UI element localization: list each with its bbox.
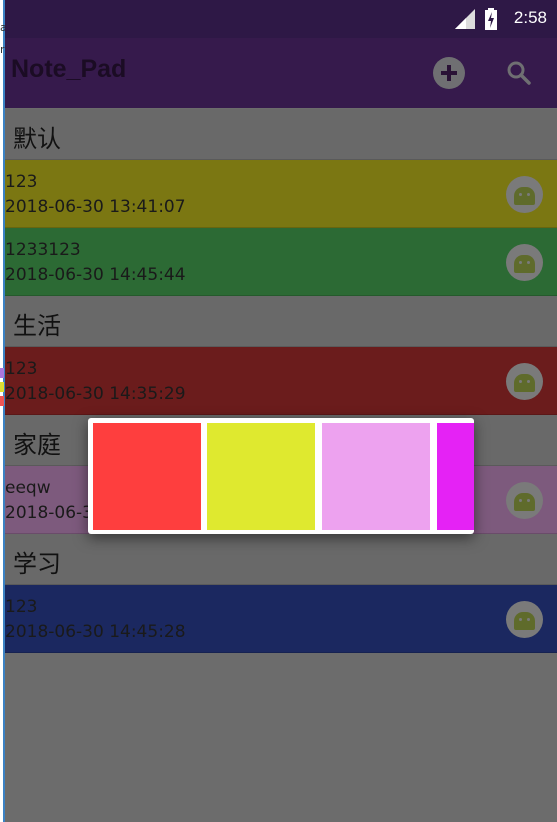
- add-note-button[interactable]: [433, 57, 465, 89]
- note-timestamp: 2018-06-3: [5, 503, 93, 523]
- battery-charging-icon: [485, 8, 497, 30]
- search-icon[interactable]: [505, 59, 533, 87]
- note-title: 123: [5, 597, 38, 617]
- android-avatar-icon[interactable]: [506, 244, 543, 281]
- background-swatch: [0, 368, 4, 378]
- group-header-label: 默认: [13, 125, 61, 153]
- background-text-fragment: r: [0, 43, 5, 56]
- color-swatch-magenta[interactable]: [437, 423, 474, 530]
- app-window: 2:58 Note_Pad 默认 123 2018-06-30 13:41:07…: [5, 0, 557, 822]
- app-bar: Note_Pad: [5, 38, 557, 108]
- color-swatch-red[interactable]: [93, 423, 201, 530]
- note-item[interactable]: 123 2018-06-30 14:35:29: [5, 347, 557, 415]
- background-swatch: [0, 396, 4, 406]
- group-header-life[interactable]: 生活: [5, 296, 557, 347]
- note-timestamp: 2018-06-30 14:35:29: [5, 384, 186, 404]
- android-avatar-icon[interactable]: [506, 482, 543, 519]
- background-swatch: [0, 382, 4, 392]
- group-header-default[interactable]: 默认: [5, 109, 557, 160]
- empty-area: [5, 655, 557, 822]
- app-title: Note_Pad: [11, 55, 127, 83]
- android-avatar-icon[interactable]: [506, 363, 543, 400]
- color-swatch-yellow[interactable]: [207, 423, 315, 530]
- group-header-label: 学习: [13, 550, 61, 578]
- note-title: 123: [5, 359, 38, 379]
- note-timestamp: 2018-06-30 13:41:07: [5, 197, 186, 217]
- note-timestamp: 2018-06-30 14:45:28: [5, 622, 186, 642]
- note-title: eeqw: [5, 478, 51, 498]
- android-avatar-icon[interactable]: [506, 176, 543, 213]
- note-timestamp: 2018-06-30 14:45:44: [5, 265, 186, 285]
- status-bar: 2:58: [5, 0, 557, 38]
- group-header-study[interactable]: 学习: [5, 534, 557, 585]
- note-item[interactable]: 1233123 2018-06-30 14:45:44: [5, 228, 557, 296]
- note-item[interactable]: 123 2018-06-30 13:41:07: [5, 160, 557, 228]
- note-title: 1233123: [5, 240, 81, 260]
- group-header-label: 家庭: [13, 431, 61, 459]
- status-time: 2:58: [513, 8, 547, 27]
- note-list: 默认 123 2018-06-30 13:41:07 1233123 2018-…: [5, 109, 557, 653]
- note-item[interactable]: 123 2018-06-30 14:45:28: [5, 585, 557, 653]
- color-picker-dialog: [88, 418, 474, 534]
- color-swatch-pink[interactable]: [322, 423, 430, 530]
- signal-icon: [455, 9, 475, 29]
- note-title: 123: [5, 172, 38, 192]
- android-avatar-icon[interactable]: [506, 601, 543, 638]
- group-header-label: 生活: [13, 312, 61, 340]
